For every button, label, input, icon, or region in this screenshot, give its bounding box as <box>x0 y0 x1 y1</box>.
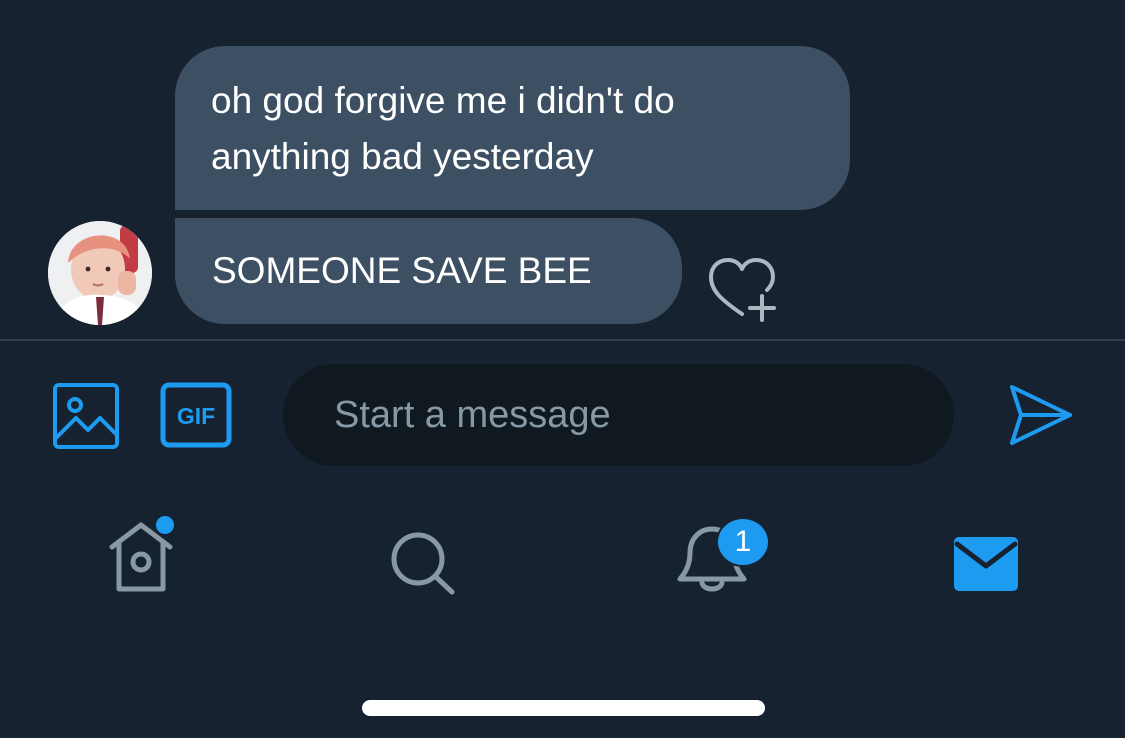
message-input[interactable] <box>283 364 954 466</box>
composer-divider <box>0 339 1125 341</box>
mail-icon[interactable] <box>952 535 1020 593</box>
avatar[interactable] <box>48 221 152 325</box>
message-bubble[interactable]: SOMEONE SAVE BEE <box>175 218 682 324</box>
notification-badge: 1 <box>716 517 770 567</box>
direct-message-screen: oh god forgive me i didn't do anything b… <box>0 0 1125 738</box>
message-text: oh god forgive me i didn't do anything b… <box>211 80 675 177</box>
send-icon[interactable] <box>1006 383 1074 447</box>
search-icon[interactable] <box>389 530 457 596</box>
image-icon[interactable] <box>52 382 120 450</box>
home-indicator[interactable] <box>362 700 765 716</box>
message-bubble[interactable]: oh god forgive me i didn't do anything b… <box>175 46 850 210</box>
message-text: SOMEONE SAVE BEE <box>212 250 592 291</box>
heart-plus-icon[interactable] <box>705 256 779 322</box>
gif-icon[interactable]: GIF <box>160 382 232 448</box>
home-icon[interactable] <box>104 515 178 595</box>
gif-label: GIF <box>177 403 215 429</box>
